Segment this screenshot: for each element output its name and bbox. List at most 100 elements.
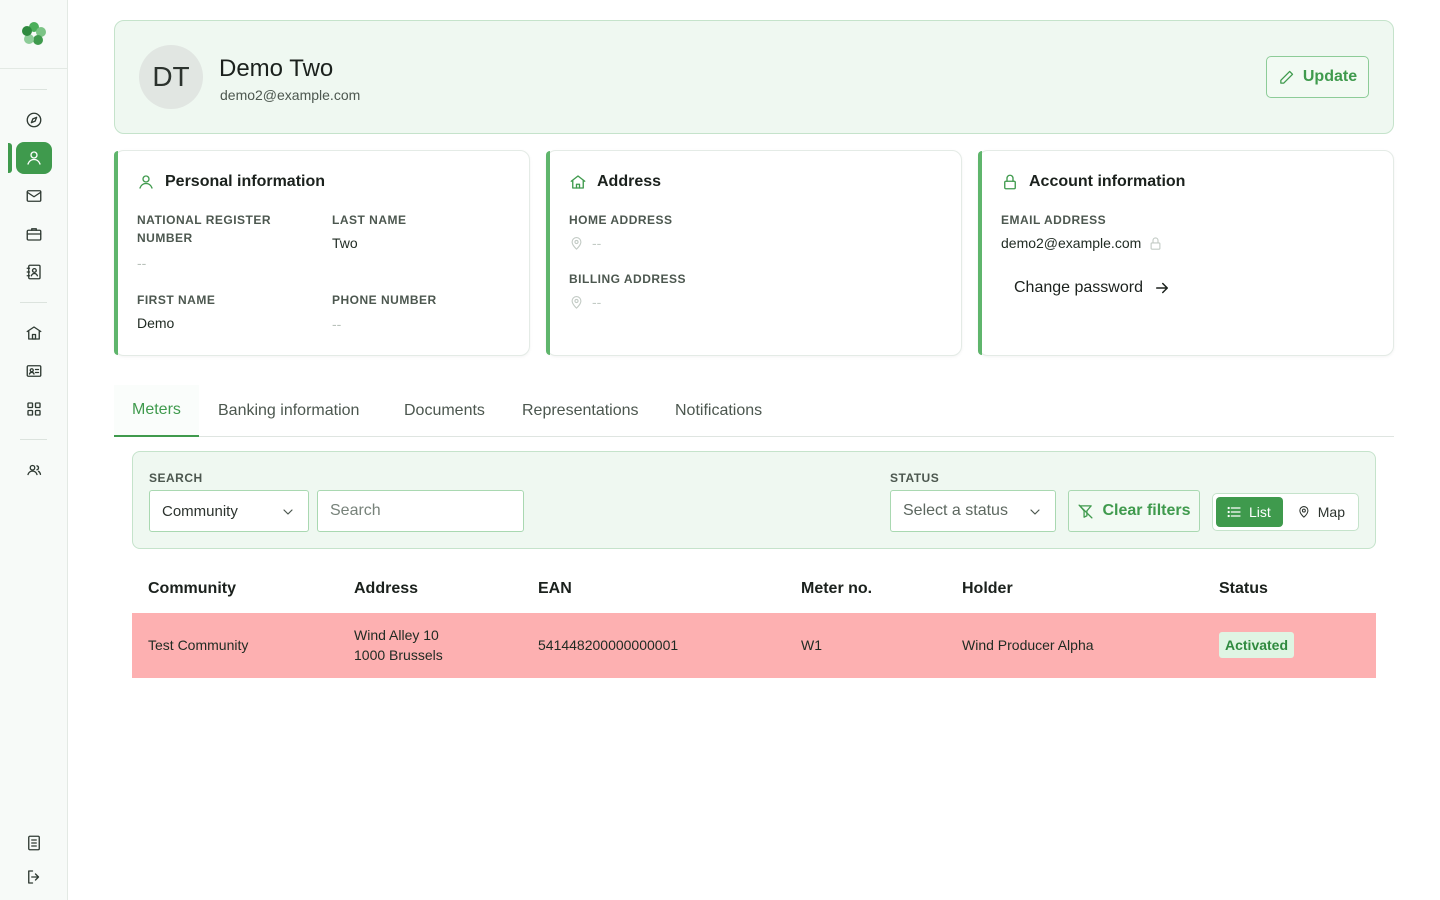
profile-email: demo2@example.com (220, 87, 361, 103)
sidebar-item-logout[interactable] (16, 861, 52, 893)
table-header: Community Address EAN Meter no. Holder S… (132, 566, 1376, 613)
sidebar-item-profile[interactable] (16, 142, 52, 174)
compass-icon (26, 112, 42, 128)
map-pin-icon (571, 236, 582, 250)
tab-meters[interactable]: Meters (114, 385, 199, 437)
sidebar-item-documents[interactable] (16, 827, 52, 859)
search-field-value: Community (162, 502, 238, 520)
personal-information-header: Personal information (137, 173, 325, 191)
column-header-address[interactable]: Address (354, 580, 418, 598)
update-button[interactable]: Update (1266, 56, 1369, 98)
building-icon (26, 326, 42, 340)
sidebar-item-id-cards[interactable] (16, 355, 52, 387)
personal-information-card: Personal information NATIONAL REGISTER N… (114, 150, 530, 356)
billing-address-value: -- (569, 294, 601, 310)
briefcase-icon (26, 228, 42, 241)
last-name-label: LAST NAME (332, 213, 407, 227)
tab-bar: Meters Banking information Documents Rep… (114, 385, 1394, 437)
column-header-community[interactable]: Community (148, 580, 236, 598)
tab-banking-information[interactable]: Banking information (200, 385, 377, 437)
column-header-holder[interactable]: Holder (962, 580, 1013, 598)
list-view-label: List (1249, 504, 1271, 520)
sidebar-item-apps[interactable] (16, 393, 52, 425)
billing-address-text: -- (592, 294, 602, 310)
email-address-label: EMAIL ADDRESS (1001, 213, 1107, 227)
contacts-book-icon (26, 264, 41, 280)
id-card-icon (26, 365, 42, 377)
home-address-text: -- (592, 235, 602, 251)
table-row[interactable]: Test Community Wind Alley 10 1000 Brusse… (132, 613, 1376, 678)
filter-clear-icon (1078, 503, 1093, 519)
tab-notifications[interactable]: Notifications (657, 385, 780, 437)
last-name-value: Two (332, 235, 358, 251)
arrow-right-icon (1155, 282, 1168, 294)
search-input[interactable] (317, 490, 524, 532)
search-label: SEARCH (149, 471, 203, 485)
filter-panel: SEARCH Community STATUS Select a status … (132, 451, 1376, 549)
tab-representations[interactable]: Representations (504, 385, 657, 437)
account-information-card: Account information EMAIL ADDRESS demo2@… (978, 150, 1394, 356)
address-card: Address HOME ADDRESS -- BILLING ADDRESS … (546, 150, 962, 356)
home-address-value: -- (569, 235, 601, 251)
avatar: DT (139, 45, 203, 109)
tab-documents[interactable]: Documents (386, 385, 503, 437)
home-icon (570, 175, 586, 189)
column-header-status[interactable]: Status (1219, 580, 1268, 598)
clear-filters-button[interactable]: Clear filters (1068, 490, 1200, 532)
sidebar-item-explore[interactable] (16, 104, 52, 136)
status-badge: Activated (1219, 632, 1295, 658)
change-password-link[interactable]: Change password (1014, 279, 1171, 297)
user-icon (139, 175, 153, 189)
change-password-label: Change password (1014, 279, 1143, 296)
cell-holder: Wind Producer Alpha (962, 637, 1094, 653)
lock-icon (1004, 174, 1016, 190)
map-pin-icon (571, 295, 582, 309)
email-address-value: demo2@example.com (1001, 235, 1142, 251)
sidebar-divider (20, 89, 47, 90)
account-information-header: Account information (1001, 173, 1185, 191)
cell-address-line1: Wind Alley 10 (354, 627, 439, 643)
cell-ean: 541448200000000001 (538, 637, 679, 653)
list-icon (1227, 506, 1241, 518)
map-view-button[interactable]: Map (1287, 497, 1355, 527)
column-header-ean[interactable]: EAN (538, 580, 572, 598)
billing-address-label: BILLING ADDRESS (569, 272, 687, 286)
user-icon (27, 151, 41, 165)
logout-icon (28, 870, 40, 884)
column-header-meter-no[interactable]: Meter no. (801, 580, 872, 598)
clover-logo-icon[interactable] (18, 18, 50, 50)
cell-meter-no: W1 (801, 637, 822, 653)
lock-icon (1150, 237, 1161, 250)
address-header: Address (569, 173, 661, 191)
sidebar-item-contacts[interactable] (16, 256, 52, 288)
update-button-label: Update (1302, 68, 1358, 85)
card-title: Personal information (165, 173, 326, 190)
sidebar-item-messages[interactable] (16, 180, 52, 212)
cell-address-line2: 1000 Brussels (354, 647, 443, 663)
list-view-button[interactable]: List (1216, 497, 1283, 527)
sidebar-item-portfolio[interactable] (16, 218, 52, 250)
card-title: Address (597, 173, 662, 190)
profile-name: Demo Two (219, 55, 334, 82)
phone-number-label: PHONE NUMBER (332, 293, 437, 307)
map-pin-icon (1299, 506, 1309, 518)
grid-icon (27, 402, 41, 416)
sidebar-divider (20, 439, 47, 440)
first-name-label: FIRST NAME (137, 293, 216, 307)
mail-icon (26, 190, 42, 202)
users-icon (27, 464, 42, 476)
first-name-value: Demo (137, 315, 175, 331)
status-label: STATUS (890, 471, 940, 485)
meters-table: Community Address EAN Meter no. Holder S… (132, 566, 1376, 678)
status-select[interactable]: Select a status (890, 490, 1056, 532)
phone-number-value: -- (332, 316, 342, 332)
sidebar-item-users[interactable] (16, 454, 52, 486)
national-register-label: NATIONAL REGISTER NUMBER (137, 213, 272, 245)
pencil-icon (1280, 70, 1294, 84)
cell-community: Test Community (148, 637, 249, 653)
status-select-placeholder: Select a status (903, 502, 1008, 519)
sidebar-item-buildings[interactable] (16, 317, 52, 349)
map-view-label: Map (1317, 504, 1345, 520)
view-toggle: List Map (1212, 493, 1359, 531)
search-field-select[interactable]: Community (149, 490, 309, 532)
